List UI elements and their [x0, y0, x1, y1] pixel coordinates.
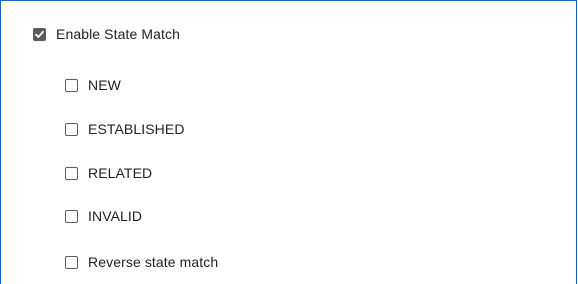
enable-state-match-label: Enable State Match [56, 26, 180, 42]
option-related-checkbox[interactable] [65, 166, 78, 180]
option-reverse-state-match-label: Reverse state match [88, 254, 219, 270]
check-icon [35, 30, 44, 38]
state-match-panel: Enable State Match NEW ESTABLISHED RELAT… [0, 0, 577, 284]
option-related-row[interactable]: RELATED [65, 162, 152, 184]
option-reverse-state-match-row[interactable]: Reverse state match [65, 251, 218, 273]
option-reverse-state-match-checkbox[interactable] [65, 255, 78, 269]
option-new-label: NEW [88, 77, 121, 93]
option-established-row[interactable]: ESTABLISHED [65, 118, 185, 140]
option-new-row[interactable]: NEW [65, 74, 121, 96]
enable-state-match-row[interactable]: Enable State Match [33, 23, 180, 45]
option-established-label: ESTABLISHED [88, 121, 185, 137]
option-new-checkbox[interactable] [65, 78, 78, 92]
option-related-label: RELATED [88, 165, 153, 181]
option-invalid-label: INVALID [88, 208, 143, 224]
option-invalid-row[interactable]: INVALID [65, 205, 142, 227]
option-established-checkbox[interactable] [65, 122, 78, 136]
option-invalid-checkbox[interactable] [65, 209, 78, 223]
enable-state-match-checkbox[interactable] [33, 27, 46, 41]
